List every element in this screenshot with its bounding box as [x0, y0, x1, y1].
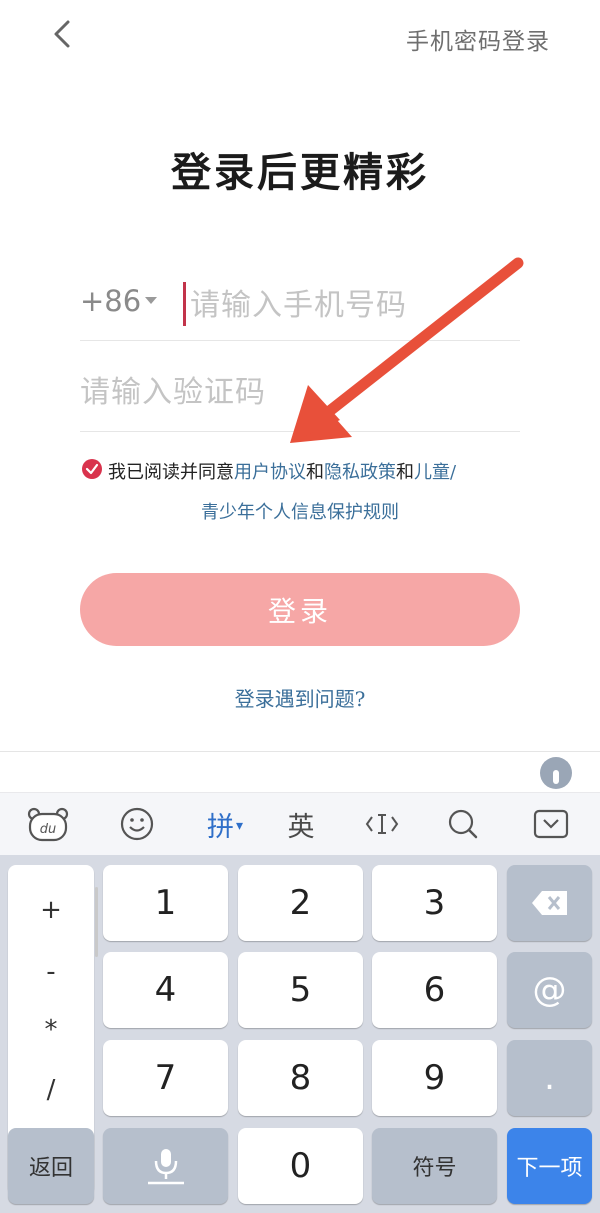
children-policy-link-cont[interactable]: 青少年个人信息保护规则	[201, 502, 399, 523]
asterisk-key[interactable]: *	[8, 1015, 94, 1045]
voice-key[interactable]	[103, 1128, 228, 1204]
english-mode-button[interactable]: 英	[266, 793, 336, 855]
text-cursor-icon[interactable]	[347, 793, 417, 855]
caret-down-icon[interactable]	[145, 297, 157, 304]
minus-key[interactable]: -	[8, 957, 94, 987]
login-button[interactable]: 登录	[80, 573, 520, 646]
digit-key-9[interactable]: 9	[372, 1040, 497, 1116]
backspace-key[interactable]	[507, 865, 592, 941]
user-agreement-link[interactable]: 用户协议	[234, 462, 306, 483]
privacy-policy-link[interactable]: 隐私政策	[324, 462, 396, 483]
digit-key-6[interactable]: 6	[372, 952, 497, 1028]
country-code-selector[interactable]: +86	[80, 284, 141, 318]
digit-key-0[interactable]: 0	[238, 1128, 363, 1204]
phone-input[interactable]	[190, 280, 520, 330]
back-key[interactable]: 返回	[8, 1128, 94, 1204]
agreement-text-line2: 青少年个人信息保护规则	[0, 498, 600, 524]
backspace-icon	[531, 891, 567, 915]
pinyin-mode-button[interactable]: 拼 ▾	[190, 793, 260, 855]
agreement-and: 和	[396, 462, 414, 483]
agreement-text: 我已阅读并同意用户协议和隐私政策和儿童/	[108, 458, 456, 484]
check-icon	[85, 463, 99, 475]
verification-code-input[interactable]	[80, 366, 520, 418]
password-login-link[interactable]: 手机密码登录	[406, 22, 550, 56]
agreement-checkbox[interactable]	[82, 459, 102, 479]
svg-text:du: du	[40, 822, 57, 837]
at-key[interactable]: @	[507, 952, 592, 1028]
digit-key-1[interactable]: 1	[103, 865, 228, 941]
keyboard-toolbar: du 拼 ▾ 英	[0, 792, 600, 855]
digit-key-5[interactable]: 5	[238, 952, 363, 1028]
slash-key[interactable]: /	[8, 1075, 94, 1105]
next-field-key[interactable]: 下一项	[507, 1128, 592, 1204]
chevron-left-icon	[54, 20, 70, 48]
plus-key[interactable]: +	[8, 895, 94, 925]
back-button[interactable]	[40, 14, 90, 64]
du-bear-icon[interactable]: du	[13, 793, 83, 855]
digit-key-7[interactable]: 7	[103, 1040, 228, 1116]
digit-key-3[interactable]: 3	[372, 865, 497, 941]
divider	[80, 340, 520, 341]
caret-down-icon: ▾	[235, 818, 244, 834]
agreement-and: 和	[306, 462, 324, 483]
children-policy-link[interactable]: 儿童/	[414, 462, 456, 483]
text-cursor	[183, 282, 186, 326]
search-icon[interactable]	[428, 793, 498, 855]
agreement-prefix: 我已阅读并同意	[108, 462, 234, 483]
page-title: 登录后更精彩	[171, 149, 429, 196]
digit-key-2[interactable]: 2	[238, 865, 363, 941]
pinyin-label: 拼	[206, 811, 234, 843]
dot-key[interactable]: .	[507, 1040, 592, 1116]
scrollbar[interactable]	[95, 887, 98, 957]
keyboard-collapse-icon[interactable]	[516, 793, 586, 855]
divider	[80, 431, 520, 432]
divider	[0, 751, 600, 752]
microphone-icon	[147, 1149, 184, 1185]
login-problem-link[interactable]: 登录遇到问题?	[0, 683, 600, 712]
digit-key-4[interactable]: 4	[103, 952, 228, 1028]
numeric-keyboard: + - * / 1 2 3 4 5 6 @ 7 8 9 . 返回 0 符号 下一…	[0, 855, 600, 1213]
symbol-key[interactable]: 符号	[372, 1128, 497, 1204]
digit-key-8[interactable]: 8	[238, 1040, 363, 1116]
smiley-icon[interactable]	[102, 793, 172, 855]
input-assist-icon-inner	[553, 770, 559, 784]
